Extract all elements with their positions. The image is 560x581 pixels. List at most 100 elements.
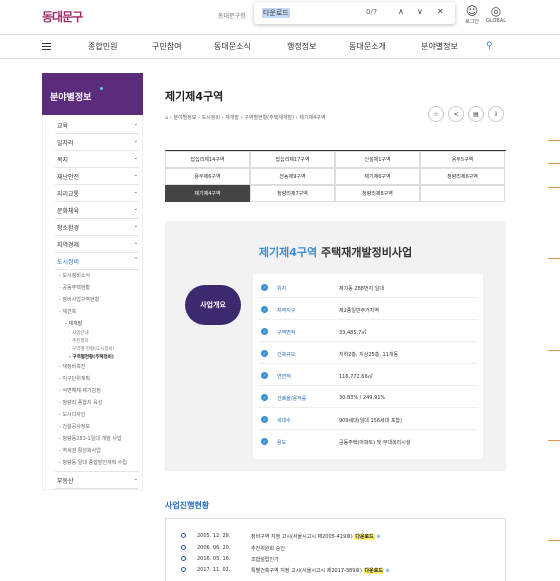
nav-item-civil[interactable]: 종합민원: [88, 41, 117, 52]
breadcrumb-item[interactable]: 구역별현황(주택재개발): [244, 115, 294, 121]
tab-zone[interactable]: 청량리제8구역: [335, 185, 420, 202]
tab-zone[interactable]: 답십리제14구역: [165, 151, 250, 168]
check-icon: ✓: [261, 394, 268, 401]
sidebar-item-environment[interactable]: 청소환경 ⌄: [55, 219, 138, 236]
menu-icon[interactable]: [42, 43, 51, 50]
find-next-icon[interactable]: ∨: [417, 7, 423, 16]
download-link[interactable]: 다운로드: [363, 568, 384, 574]
sub-item[interactable]: - 정비사업구역현황: [55, 294, 138, 306]
chevron-down-icon: ⌄: [133, 189, 138, 195]
sidebar-item-safety[interactable]: 재난안전 ⌄: [55, 168, 138, 185]
chevron-down-icon: ⌄: [133, 121, 138, 127]
breadcrumb-item[interactable]: 도시정비: [202, 115, 220, 121]
globe-icon: ◎: [490, 4, 502, 18]
tab-zone-active[interactable]: 제기제4구역: [165, 185, 250, 202]
sidebar-menu: 교육 ⌄ 일자리 ⌄ 복지 ⌄ 재난안전 ⌄ 지리교통 ⌄ 문화체육 ⌄ 청소환경 ⌄ 지역경…: [42, 115, 143, 490]
sub-sub-item-active[interactable]: - 구역별현황(주택정비): [55, 353, 138, 361]
global-link[interactable]: ◎ GLOBAL: [484, 4, 508, 24]
overview-row: ✓ 구역면적 33,485.7㎡: [259, 324, 477, 342]
circle-icon: [181, 545, 186, 550]
chevron-down-icon: ⌄: [133, 223, 138, 229]
page-title: 제기제4구역: [165, 90, 224, 103]
login-label: 로그인: [465, 19, 479, 25]
tab-zone[interactable]: 청량리제7구역: [250, 185, 335, 202]
nav-item-admin[interactable]: 행정정보: [287, 41, 316, 52]
share-icon[interactable]: <: [448, 106, 464, 122]
check-icon: ✓: [261, 438, 268, 445]
print-icon[interactable]: ▤: [468, 106, 484, 122]
sub-item-open[interactable]: - 재개발: [55, 318, 138, 329]
sub-item[interactable]: - 청량동283-1일대 개발 사업: [55, 433, 138, 445]
top-bar: 동대문구 동대문구청 다운로드 0/7 ∧ ∨ ✕ ☺ 로그인 ◎ GLOBAL: [0, 0, 560, 34]
tab-zone[interactable]: 용두제6구역: [165, 168, 250, 185]
site-logo[interactable]: 동대문구: [42, 8, 83, 25]
sub-item[interactable]: - 지구단위계획: [55, 373, 138, 385]
sub-item[interactable]: - 청량동 일대 종합발전계획 수립: [55, 457, 138, 469]
find-input[interactable]: 다운로드: [262, 8, 290, 18]
check-icon: ✓: [261, 350, 268, 357]
sub-item[interactable]: - 역세권 활성화사업: [55, 445, 138, 457]
sub-item[interactable]: - 공동주택현황: [55, 282, 138, 294]
search-icon[interactable]: ⚲: [486, 41, 493, 51]
toolbar: ☆ < ▤ ⇩: [428, 106, 504, 122]
sub-item[interactable]: - 건설공사정보: [55, 421, 138, 433]
sub-sub-item[interactable]: - 구역별 현황(도시정비): [55, 345, 138, 353]
chevron-down-icon: ⌄: [133, 206, 138, 212]
dot-icon: [100, 87, 103, 90]
check-icon: ✓: [261, 372, 268, 379]
overview-row: ✓ 연면적 116,772.66㎡: [259, 368, 477, 386]
home-icon[interactable]: ⌂: [165, 115, 168, 121]
history-title: 사업진행현황: [165, 501, 210, 510]
sub-item[interactable]: - 석면해체·제거감정: [55, 385, 138, 397]
sub-item[interactable]: - 재건축: [55, 306, 138, 318]
chevron-down-icon: ⌄: [133, 172, 138, 178]
scroll-marker: [548, 163, 560, 164]
download-icon[interactable]: ⇩: [488, 106, 504, 122]
login-link[interactable]: ☺ 로그인: [460, 4, 484, 25]
find-close-icon[interactable]: ✕: [437, 7, 444, 16]
overview-panel: 제기제4구역 주택재개발정비사업 사업개요 ✓ 위치 제기동 288번지 일대 ✓ 지…: [165, 221, 506, 471]
tab-zone[interactable]: 제기제6구역: [335, 168, 420, 185]
tab-empty: [420, 185, 505, 202]
find-prev-icon[interactable]: ∧: [398, 7, 404, 16]
nav-item-fields[interactable]: 분야별정보: [421, 41, 458, 52]
download-link[interactable]: 다운로드: [354, 534, 375, 540]
tab-zone[interactable]: 전농제9구역: [250, 168, 335, 185]
sidebar-item-culture[interactable]: 문화체육 ⌄: [55, 202, 138, 219]
sub-sub-item[interactable]: - 사업안내: [55, 329, 138, 337]
tab-zone[interactable]: 용두5구역: [420, 151, 505, 168]
nav-item-about[interactable]: 동대문소개: [349, 41, 386, 52]
scroll-marker: [548, 258, 560, 259]
overview-badge: 사업개요: [185, 285, 241, 325]
check-icon: ✓: [261, 306, 268, 313]
nav-item-news[interactable]: 동대문소식: [214, 41, 251, 52]
sub-item[interactable]: - 도시정비소식: [55, 270, 138, 282]
sidebar-item-education[interactable]: 교육 ⌄: [55, 117, 138, 134]
sidebar-item-traffic[interactable]: 지리교통 ⌄: [55, 185, 138, 202]
breadcrumb-current: 제기제4구역: [299, 115, 326, 121]
tab-zone[interactable]: 신설제1구역: [335, 151, 420, 168]
sidebar-item-urban[interactable]: 도시정비 ^: [55, 253, 138, 270]
scroll-marker: [548, 187, 560, 188]
history-item: 2006. 06. 20. 추진위원회 승인: [181, 545, 501, 554]
sidebar-item-welfare[interactable]: 복지 ⌄: [55, 151, 138, 168]
sidebar-item-jobs[interactable]: 일자리 ⌄: [55, 134, 138, 151]
overview-title: 제기제4구역 주택재개발정비사업: [258, 246, 413, 259]
nav-item-participation[interactable]: 구민참여: [152, 41, 181, 52]
chevron-down-icon: ⌄: [133, 240, 138, 246]
tab-zone[interactable]: 청량리제6구역: [420, 168, 505, 185]
sub-sub-item[interactable]: - 추진절차: [55, 337, 138, 345]
circle-icon: [181, 556, 186, 561]
sub-item[interactable]: - 도시디자인: [55, 409, 138, 421]
overview-row: ✓ 건축규모 지하2층, 지상25층, 11개동: [259, 346, 477, 364]
sub-item[interactable]: - 재정비촉진: [55, 361, 138, 373]
sidebar-item-economy[interactable]: 지역경제 ⌄: [55, 236, 138, 253]
history-item: 2016. 05. 16. 조합설립인가: [181, 556, 501, 565]
sidebar-item-realestate[interactable]: 부동산 ⌄: [55, 471, 138, 489]
overview-row: ✓ 위치 제기동 288번지 일대: [259, 280, 477, 298]
breadcrumb-item[interactable]: 분야별정보: [173, 115, 196, 121]
favorite-icon[interactable]: ☆: [428, 106, 444, 122]
tab-zone[interactable]: 답십리제17구역: [250, 151, 335, 168]
sub-item[interactable]: - 청량리 종합지 육성: [55, 397, 138, 409]
breadcrumb-item[interactable]: 재개발: [225, 115, 239, 121]
